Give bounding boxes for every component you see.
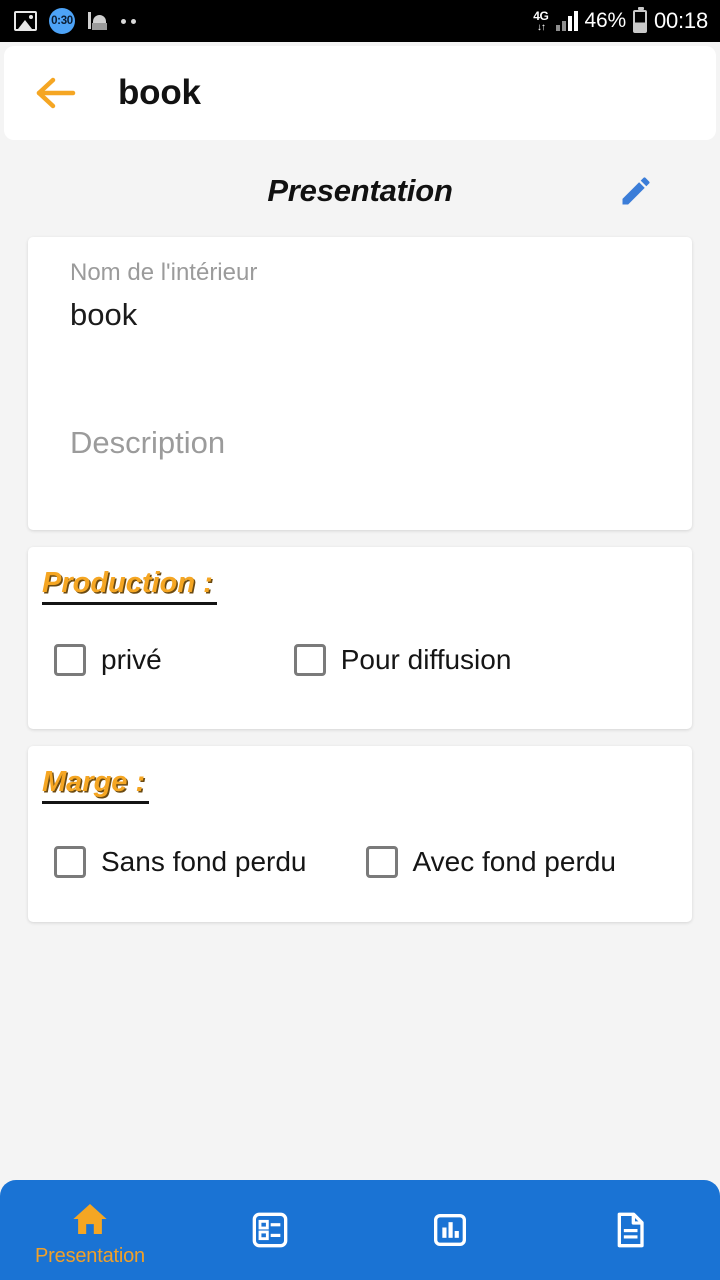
checkbox-prive[interactable]: privé xyxy=(54,644,162,676)
checkbox-pour-diffusion[interactable]: Pour diffusion xyxy=(293,644,512,676)
battery-percent-label: 46% xyxy=(584,9,627,32)
nav-item-chart[interactable] xyxy=(360,1180,540,1280)
nav-item-list[interactable] xyxy=(180,1180,360,1280)
nav-item-document[interactable] xyxy=(540,1180,720,1280)
section-header: Presentation xyxy=(0,160,720,222)
name-field-label: Nom de l'intérieur xyxy=(70,259,258,286)
mosque-icon xyxy=(87,11,109,32)
marge-card: Marge : Sans fond perdu Avec fond perdu xyxy=(28,746,692,922)
timer-icon: 0:30 xyxy=(49,8,75,34)
back-button[interactable] xyxy=(34,70,80,116)
marge-title: Marge : xyxy=(42,766,150,804)
checkbox-label: Avec fond perdu xyxy=(412,846,616,877)
app-screen: 0:30 4G ↓↑ 46% 00:18 book Presentation N… xyxy=(0,0,720,1280)
more-dots-icon xyxy=(121,18,136,24)
edit-button[interactable] xyxy=(614,169,658,213)
marge-options: Sans fond perdu Avec fond perdu xyxy=(28,846,692,878)
status-bar-left: 0:30 xyxy=(14,8,136,34)
checkbox-icon[interactable] xyxy=(365,846,398,878)
name-field-value[interactable]: book xyxy=(70,297,137,333)
info-card: Nom de l'intérieur book Description xyxy=(28,237,692,530)
production-card: Production : privé Pour diffusion xyxy=(28,547,692,729)
network-4g-icon: 4G ↓↑ xyxy=(533,8,549,33)
back-arrow-icon xyxy=(36,77,76,109)
checkbox-avec-fond-perdu[interactable]: Avec fond perdu xyxy=(365,846,616,878)
description-field-placeholder[interactable]: Description xyxy=(70,425,225,461)
checkbox-icon[interactable] xyxy=(54,846,86,878)
pencil-edit-icon xyxy=(622,177,650,205)
list-view-icon xyxy=(250,1208,290,1252)
production-title: Production : xyxy=(42,567,217,605)
signal-icon xyxy=(555,11,578,31)
checkbox-icon[interactable] xyxy=(293,644,326,676)
status-bar-right: 4G ↓↑ 46% 00:18 xyxy=(533,6,708,34)
battery-icon xyxy=(632,6,647,33)
nav-item-label: Presentation xyxy=(35,1244,145,1267)
checkbox-icon[interactable] xyxy=(54,644,86,676)
document-icon xyxy=(610,1208,650,1252)
presentation-title: Presentation xyxy=(267,173,453,208)
app-bar: book xyxy=(4,46,716,140)
production-options: privé Pour diffusion xyxy=(28,644,692,676)
checkbox-sans-fond-perdu[interactable]: Sans fond perdu xyxy=(54,846,307,878)
clock-label: 00:18 xyxy=(653,8,708,33)
bar-chart-icon xyxy=(430,1208,470,1252)
checkbox-label: Pour diffusion xyxy=(340,644,512,675)
image-icon xyxy=(14,11,37,31)
data-arrows-icon: ↓↑ xyxy=(536,21,546,33)
page-title: book xyxy=(118,73,201,112)
checkbox-label: Sans fond perdu xyxy=(101,846,307,877)
status-bar: 0:30 4G ↓↑ 46% 00:18 xyxy=(0,0,720,42)
home-icon xyxy=(69,1197,111,1241)
nav-item-presentation[interactable]: Presentation xyxy=(0,1180,180,1280)
network-type-label: 4G xyxy=(533,8,549,23)
bottom-navigation-bar: Presentation xyxy=(0,1180,720,1280)
checkbox-label: privé xyxy=(101,644,162,675)
